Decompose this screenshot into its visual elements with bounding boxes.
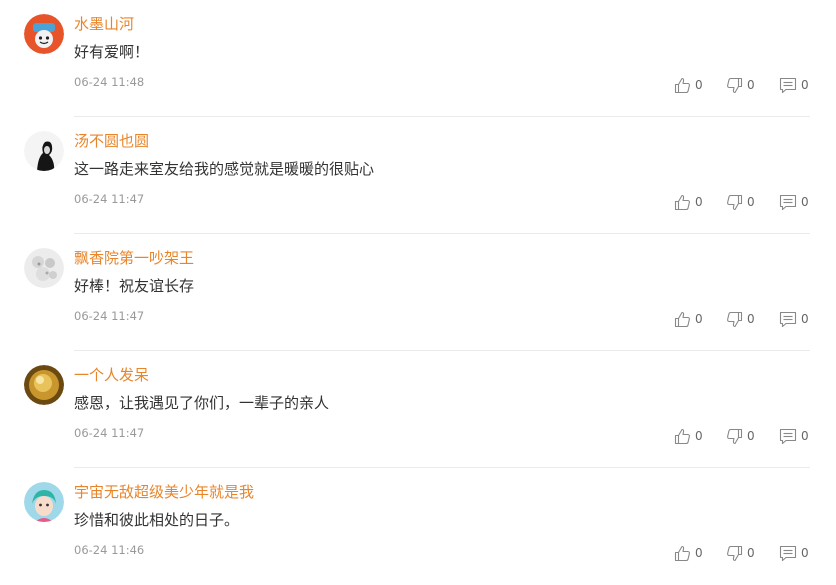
comment-text: 珍惜和彼此相处的日子。 [74,511,240,529]
comment-item: 宇宙无敌超级美少年就是我 珍惜和彼此相处的日子。 06-24 11:46 0 0… [0,468,836,585]
reply-button[interactable]: 0 [779,192,809,212]
comment-icon [779,311,797,327]
thumbs-down-icon [727,311,743,327]
reply-count: 0 [801,429,809,443]
avatar[interactable] [24,482,64,522]
like-button[interactable]: 0 [674,426,703,446]
thumbs-down-icon [727,545,743,561]
dislike-count: 0 [747,78,755,92]
thumbs-up-icon [674,77,690,93]
dislike-button[interactable]: 0 [726,309,755,329]
comment-item: 一个人发呆 感恩，让我遇见了你们，一辈子的亲人 06-24 11:47 0 0 … [0,351,836,468]
dislike-count: 0 [747,312,755,326]
reply-button[interactable]: 0 [779,309,809,329]
avatar[interactable] [24,248,64,288]
comment-text: 这一路走来室友给我的感觉就是暖暖的很贴心 [74,160,375,178]
timestamp: 06-24 11:47 [74,309,145,323]
dislike-button[interactable]: 0 [726,426,755,446]
comment-item: 飘香院第一吵架王 好棒！祝友谊长存 06-24 11:47 0 0 0 [0,234,836,351]
comment-text: 感恩，让我遇见了你们，一辈子的亲人 [74,394,330,412]
like-count: 0 [695,546,703,560]
thumbs-up-icon [674,545,690,561]
comment-text: 好有爱啊！ [74,43,150,61]
comment-icon [779,545,797,561]
like-count: 0 [695,195,703,209]
reply-button[interactable]: 0 [779,543,809,563]
reply-count: 0 [801,546,809,560]
username[interactable]: 一个人发呆 [74,364,149,385]
thumbs-down-icon [727,428,743,444]
reply-count: 0 [801,78,809,92]
like-count: 0 [695,429,703,443]
comment-icon [779,77,797,93]
username[interactable]: 飘香院第一吵架王 [74,247,194,268]
like-button[interactable]: 0 [674,75,703,95]
reply-count: 0 [801,312,809,326]
reply-button[interactable]: 0 [779,75,809,95]
dislike-count: 0 [747,546,755,560]
timestamp: 06-24 11:47 [74,426,145,440]
like-count: 0 [695,78,703,92]
reply-count: 0 [801,195,809,209]
comment-icon [779,194,797,210]
timestamp: 06-24 11:48 [74,75,145,89]
comment-icon [779,428,797,444]
comment-item: 水墨山河 好有爱啊！ 06-24 11:48 0 0 0 [0,0,836,117]
dislike-button[interactable]: 0 [726,192,755,212]
thumbs-up-icon [674,311,690,327]
dislike-button[interactable]: 0 [726,543,755,563]
reply-button[interactable]: 0 [779,426,809,446]
comment-text: 好棒！祝友谊长存 [74,277,195,295]
timestamp: 06-24 11:47 [74,192,145,206]
dislike-button[interactable]: 0 [726,75,755,95]
thumbs-up-icon [674,428,690,444]
timestamp: 06-24 11:46 [74,543,145,557]
username[interactable]: 宇宙无敌超级美少年就是我 [74,481,254,502]
comment-item: 汤不圆也圆 这一路走来室友给我的感觉就是暖暖的很贴心 06-24 11:47 0… [0,117,836,234]
dislike-count: 0 [747,429,755,443]
like-button[interactable]: 0 [674,309,703,329]
username[interactable]: 汤不圆也圆 [74,130,149,151]
like-button[interactable]: 0 [674,192,703,212]
dislike-count: 0 [747,195,755,209]
like-count: 0 [695,312,703,326]
avatar[interactable] [24,14,64,54]
thumbs-down-icon [727,77,743,93]
thumbs-up-icon [674,194,690,210]
thumbs-down-icon [727,194,743,210]
avatar[interactable] [24,365,64,405]
avatar[interactable] [24,131,64,171]
username[interactable]: 水墨山河 [74,13,134,34]
like-button[interactable]: 0 [674,543,703,563]
